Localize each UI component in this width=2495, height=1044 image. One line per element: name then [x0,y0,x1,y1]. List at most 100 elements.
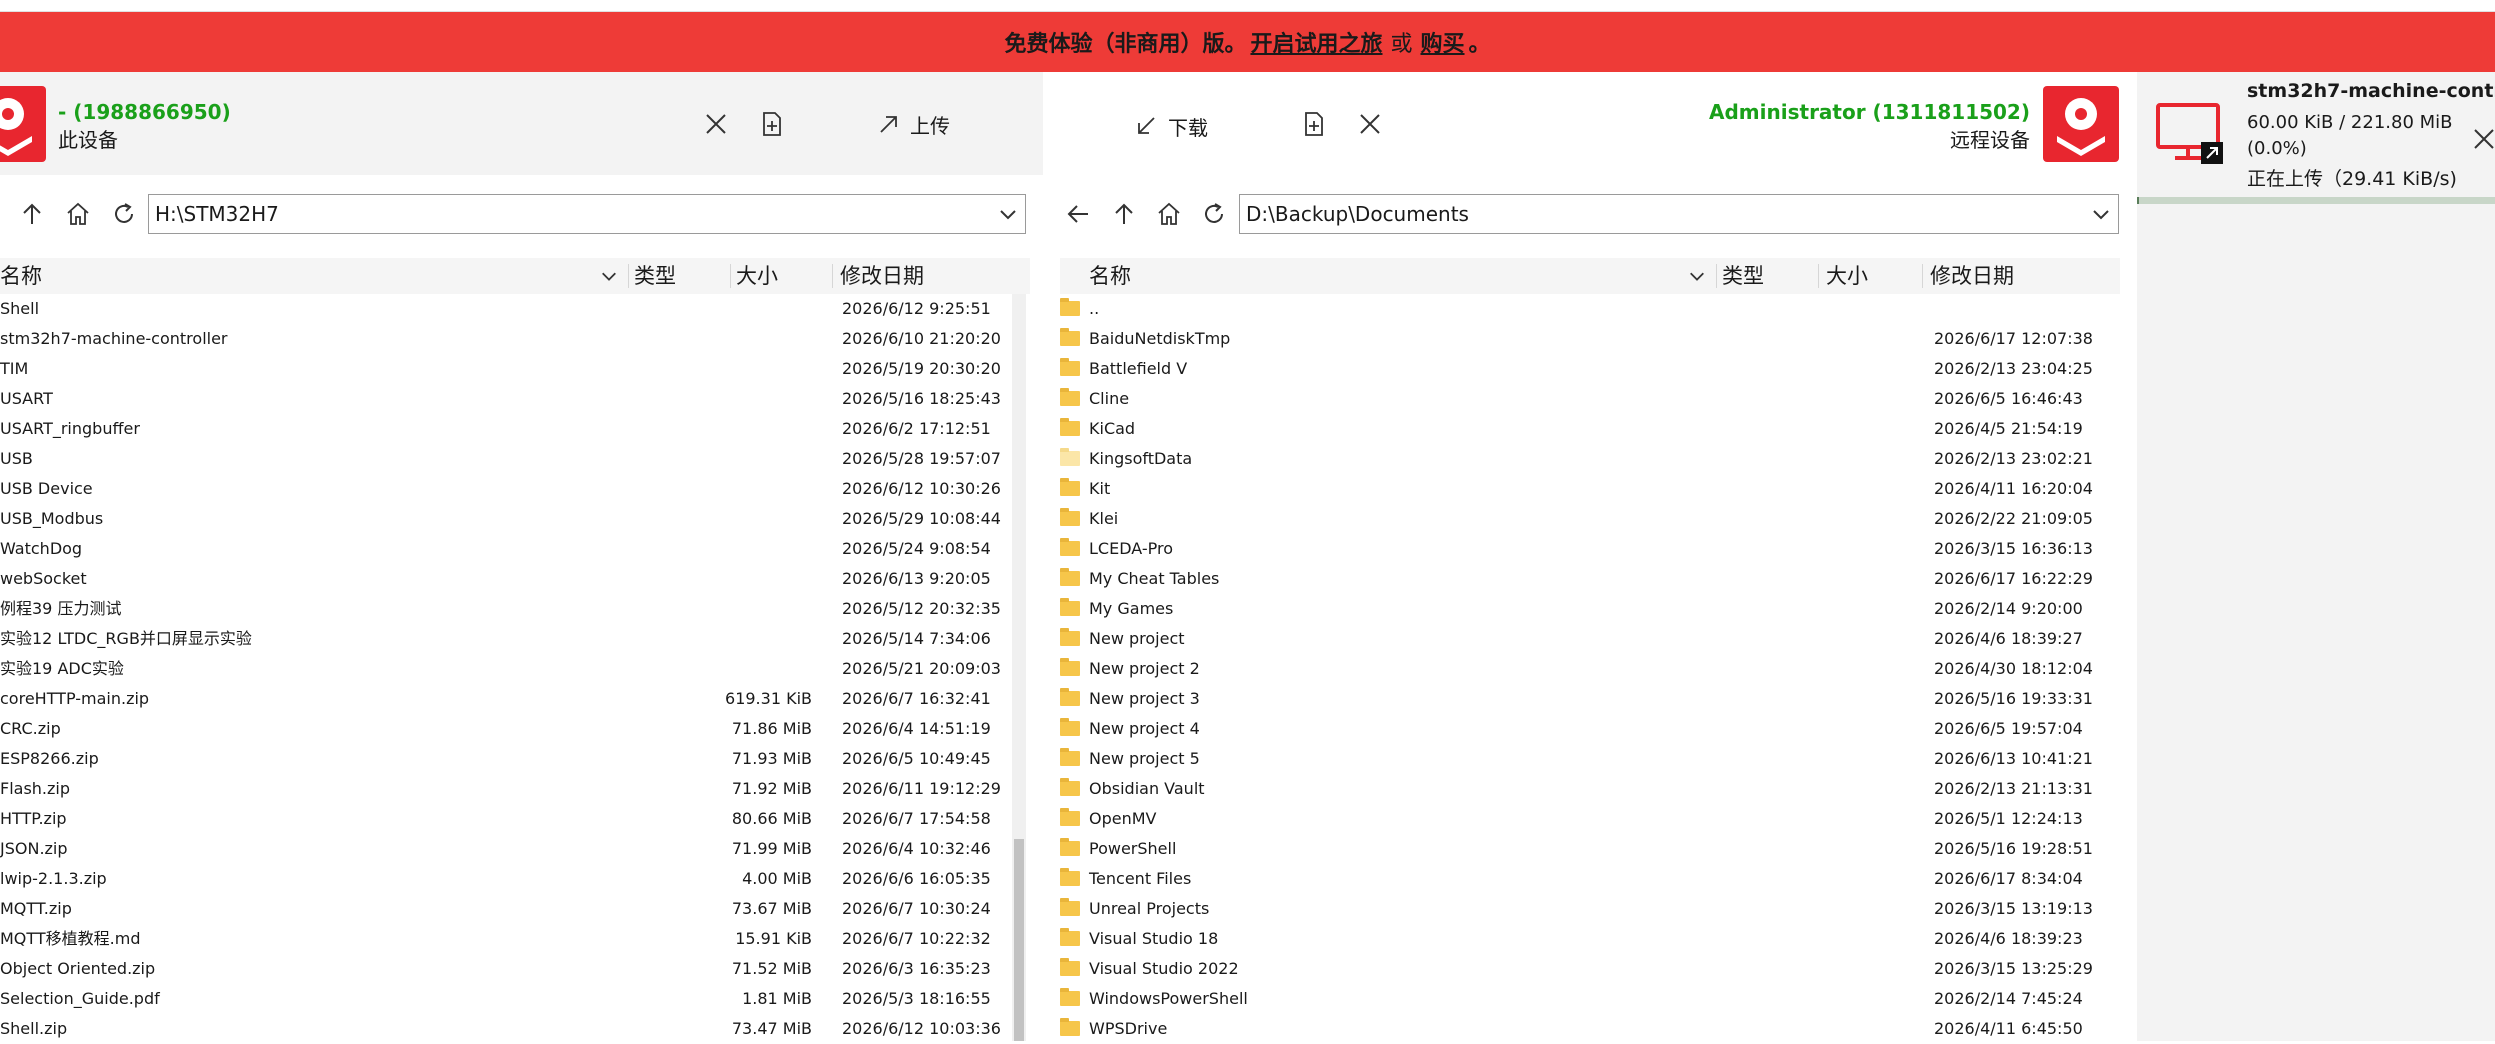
local-close-button[interactable] [700,108,732,140]
table-row[interactable]: Visual Studio 18 2026/4/6 18:39:23 [1060,924,2120,954]
col-name[interactable]: 名称 [1089,258,1131,294]
folder-icon [1060,388,1080,406]
col-type[interactable]: 类型 [1722,258,1764,294]
table-row[interactable]: WatchDog 2026/5/24 9:08:54 [0,534,1008,564]
table-row[interactable]: Unreal Projects 2026/3/15 13:19:13 [1060,894,2120,924]
sort-chevron-icon[interactable] [600,258,618,294]
local-new-folder-button[interactable] [756,108,788,140]
table-row[interactable]: BaiduNetdiskTmp 2026/6/17 12:07:38 [1060,324,2120,354]
table-row[interactable]: Visual Studio 2022 2026/3/15 13:25:29 [1060,954,2120,984]
table-row[interactable]: Kit 2026/4/11 16:20:04 [1060,474,2120,504]
local-scrollbar-thumb[interactable] [1014,839,1024,1041]
transfer-progress-track [2137,197,2495,204]
table-row[interactable]: MQTT.zip 73.67 MiB 2026/6/7 10:30:24 [0,894,1008,924]
table-row[interactable]: 例程39 压力测试 2026/5/12 20:32:35 [0,594,1008,624]
remote-path-input[interactable]: D:\Backup\Documents [1239,194,2119,234]
table-row[interactable]: webSocket 2026/6/13 9:20:05 [0,564,1008,594]
buy-link[interactable]: 购买 [1421,26,1465,58]
transfer-card[interactable]: stm32h7-machine-contro 60.00 KiB / 221.8… [2137,72,2495,204]
file-name: webSocket [0,569,87,588]
table-row[interactable]: Object Oriented.zip 71.52 MiB 2026/6/3 16:… [0,954,1008,984]
table-row[interactable]: LCEDA-Pro 2026/3/15 16:36:13 [1060,534,2120,564]
table-row[interactable]: Shell.zip 73.47 MiB 2026/6/12 10:03:36 [0,1014,1008,1044]
folder-name: Cline [1089,389,1130,408]
local-up-button[interactable] [16,198,48,230]
table-row[interactable]: New project 2 2026/4/30 18:12:04 [1060,654,2120,684]
table-row[interactable]: New project 5 2026/6/13 10:41:21 [1060,744,2120,774]
table-row[interactable]: Shell 2026/6/12 9:25:51 [0,294,1008,324]
table-row[interactable]: KingsoftData 2026/2/13 23:02:21 [1060,444,2120,474]
table-row[interactable]: CRC.zip 71.86 MiB 2026/6/4 14:51:19 [0,714,1008,744]
table-row[interactable]: Klei 2026/2/22 21:09:05 [1060,504,2120,534]
file-date: 2026/5/16 18:25:43 [842,389,1001,408]
transfer-cancel-button[interactable] [2472,127,2495,155]
file-date: 2026/5/21 20:09:03 [842,659,1001,678]
col-size[interactable]: 大小 [1826,258,1868,294]
folder-name: New project 3 [1089,689,1200,708]
table-row[interactable]: USART 2026/5/16 18:25:43 [0,384,1008,414]
table-row[interactable]: coreHTTP-main.zip 619.31 KiB 2026/6/7 16:3… [0,684,1008,714]
remote-close-button[interactable] [1354,108,1386,140]
table-row[interactable]: 实验12 LTDC_RGB并口屏显示实验 2026/5/14 7:34:06 [0,624,1008,654]
table-row[interactable]: TIM 2026/5/19 20:30:20 [0,354,1008,384]
table-row[interactable]: New project 3 2026/5/16 19:33:31 [1060,684,2120,714]
table-row[interactable]: New project 2026/4/6 18:39:27 [1060,624,2120,654]
table-row[interactable]: MQTT移植教程.md 15.91 KiB 2026/6/7 10:22:32 [0,924,1008,954]
remote-up-button[interactable] [1108,198,1140,230]
table-row[interactable]: Selection_Guide.pdf 1.81 MiB 2026/5/3 18:1… [0,984,1008,1014]
col-name[interactable]: 名称 [0,258,42,294]
table-row[interactable]: Battlefield V 2026/2/13 23:04:25 [1060,354,2120,384]
table-row[interactable]: Obsidian Vault 2026/2/13 21:13:31 [1060,774,2120,804]
chevron-down-icon[interactable] [991,204,1025,224]
start-trial-link[interactable]: 开启试用之旅 [1250,26,1382,58]
table-row[interactable]: 实验19 ADC实验 2026/5/21 20:09:03 [0,654,1008,684]
remote-new-folder-button[interactable] [1298,108,1330,140]
table-row[interactable]: OpenMV 2026/5/1 12:24:13 [1060,804,2120,834]
table-row[interactable]: JSON.zip 71.99 MiB 2026/6/4 10:32:46 [0,834,1008,864]
folder-date: 2026/3/15 13:25:29 [1934,959,2093,978]
table-row[interactable]: USB Device 2026/6/12 10:30:26 [0,474,1008,504]
table-row[interactable]: WPSDrive 2026/4/11 6:45:50 [1060,1014,2120,1044]
table-row[interactable]: My Games 2026/2/14 9:20:00 [1060,594,2120,624]
table-row[interactable]: USB 2026/5/28 19:57:07 [0,444,1008,474]
local-refresh-button[interactable] [108,198,140,230]
col-size[interactable]: 大小 [736,258,778,294]
remote-home-button[interactable] [1153,198,1185,230]
table-row[interactable]: PowerShell 2026/5/16 19:28:51 [1060,834,2120,864]
table-row[interactable]: ESP8266.zip 71.93 MiB 2026/6/5 10:49:45 [0,744,1008,774]
table-row[interactable]: New project 4 2026/6/5 19:57:04 [1060,714,2120,744]
table-row[interactable]: Cline 2026/6/5 16:46:43 [1060,384,2120,414]
table-row[interactable]: Flash.zip 71.92 MiB 2026/6/11 19:12:29 [0,774,1008,804]
file-name: ESP8266.zip [0,749,99,768]
file-date: 2026/6/13 9:20:05 [842,569,991,588]
table-row[interactable]: USART_ringbuffer 2026/6/2 17:12:51 [0,414,1008,444]
download-button[interactable]: 下载 [1134,110,1208,142]
table-row[interactable]: stm32h7-machine-controller 2026/6/10 21:2… [0,324,1008,354]
remote-back-button[interactable] [1062,198,1094,230]
table-row[interactable]: Tencent Files 2026/6/17 8:34:04 [1060,864,2120,894]
col-date[interactable]: 修改日期 [840,258,924,294]
upload-button[interactable]: 上传 [876,108,950,140]
table-row[interactable]: KiCad 2026/4/5 21:54:19 [1060,414,2120,444]
file-size: 1.81 MiB [742,989,812,1008]
folder-icon [1060,718,1080,736]
table-row[interactable]: lwip-2.1.3.zip 4.00 MiB 2026/6/6 16:05:35 [0,864,1008,894]
table-row[interactable]: USB_Modbus 2026/5/29 10:08:44 [0,504,1008,534]
remote-refresh-button[interactable] [1198,198,1230,230]
file-date: 2026/5/19 20:30:20 [842,359,1001,378]
local-home-button[interactable] [62,198,94,230]
col-date[interactable]: 修改日期 [1930,258,2014,294]
chevron-down-icon[interactable] [2084,204,2118,224]
local-scrollbar[interactable] [1012,294,1026,1041]
sort-chevron-icon[interactable] [1688,258,1706,294]
col-type[interactable]: 类型 [634,258,676,294]
folder-date: 2026/4/6 18:39:23 [1934,929,2083,948]
table-row[interactable]: .. [1060,294,2120,324]
table-row[interactable]: My Cheat Tables 2026/6/17 16:22:29 [1060,564,2120,594]
file-date: 2026/6/11 19:12:29 [842,779,1001,798]
local-path-input[interactable]: H:\STM32H7 [148,194,1026,234]
table-row[interactable]: HTTP.zip 80.66 MiB 2026/6/7 17:54:58 [0,804,1008,834]
table-row[interactable]: WindowsPowerShell 2026/2/14 7:45:24 [1060,984,2120,1014]
remote-device-label: 远程设备 [1950,128,2030,152]
file-size: 71.52 MiB [731,959,812,978]
